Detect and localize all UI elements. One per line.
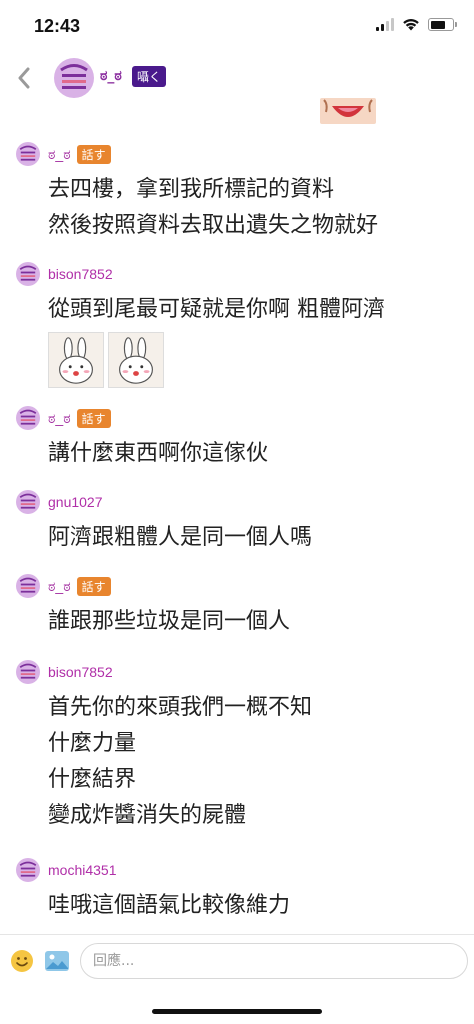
sticker-preview — [320, 98, 376, 124]
list-item: bison7852 從頭到尾最可疑就是你啊 粗體阿濟 — [0, 260, 474, 388]
speak-badge: 話す — [76, 408, 111, 428]
list-item: mochi4351 哇哦這個語氣比較像維力 — [0, 856, 474, 924]
list-item: gnu1027 阿濟跟粗體人是同一個人嗎 — [0, 488, 474, 556]
rabbit-sticker[interactable] — [108, 332, 164, 388]
avatar[interactable] — [16, 574, 40, 598]
wifi-icon — [403, 19, 419, 31]
status-bar: 12:43 — [0, 0, 474, 56]
avatar[interactable] — [16, 660, 40, 684]
avatar[interactable] — [16, 406, 40, 430]
status-icons — [376, 18, 457, 31]
message-text: 什麼結界 — [48, 767, 137, 792]
battery-icon — [428, 18, 457, 31]
message-text: 去四樓，拿到我所標記的資料 — [48, 177, 335, 202]
message-text: 變成炸醬消失的屍體 — [48, 803, 247, 828]
message-text: 從頭到尾最可疑就是你啊 粗體阿濟 — [48, 297, 385, 322]
list-item: ಠ_ಠ 話す 誰跟那些垃圾是同一個人 — [0, 572, 474, 640]
message-text: 然後按照資料去取出遺失之物就好 — [48, 213, 379, 238]
message-text: 阿濟跟粗體人是同一個人嗎 — [48, 525, 313, 550]
reply-input[interactable] — [80, 943, 468, 979]
message-text: 什麼力量 — [48, 731, 137, 756]
message-text: 哇哦這個語氣比較像維力 — [48, 893, 291, 918]
message-text: 誰跟那些垃圾是同一個人 — [48, 609, 291, 634]
message-username[interactable]: ಠ_ಠ — [48, 578, 71, 595]
avatar[interactable] — [16, 262, 40, 286]
avatar[interactable] — [16, 142, 40, 166]
avatar[interactable] — [16, 490, 40, 514]
speak-badge: 話す — [76, 576, 111, 596]
message-username[interactable]: ಠ_ಠ — [48, 410, 71, 427]
emoji-icon[interactable] — [10, 949, 34, 973]
message-text: 首先你的來頭我們一概不知 — [48, 695, 313, 720]
back-button[interactable] — [14, 64, 34, 92]
status-time: 12:43 — [34, 16, 81, 36]
chevron-left-icon — [18, 67, 30, 89]
speak-badge: 話す — [76, 144, 111, 164]
message-username[interactable]: gnu1027 — [48, 494, 103, 510]
message-username[interactable]: bison7852 — [48, 266, 113, 282]
message-username[interactable]: bison7852 — [48, 664, 113, 680]
list-item: bison7852 首先你的來頭我們一概不知 什麼力量 什麼結界 變成炸醬消失的… — [0, 658, 474, 834]
message-username[interactable]: ಠ_ಠ — [48, 146, 71, 163]
image-icon[interactable] — [44, 949, 70, 973]
avatar[interactable] — [16, 858, 40, 882]
list-item: ಠ_ಠ 話す 去四樓，拿到我所標記的資料 然後按照資料去取出遺失之物就好 — [0, 140, 474, 244]
header-username[interactable]: ಠ_ಠ — [100, 68, 122, 84]
cellular-signal-icon — [376, 18, 394, 31]
chat-header: ಠ_ಠ 囁く — [0, 56, 474, 128]
message-text: 講什麼東西啊你這傢伙 — [48, 441, 269, 466]
message-username[interactable]: mochi4351 — [48, 862, 117, 878]
list-item: ಠ_ಠ 話す 講什麼東西啊你這傢伙 — [0, 404, 474, 472]
whisper-badge: 囁く — [132, 66, 167, 87]
home-indicator — [152, 1009, 322, 1014]
avatar[interactable] — [54, 58, 94, 98]
rabbit-sticker[interactable] — [48, 332, 104, 388]
